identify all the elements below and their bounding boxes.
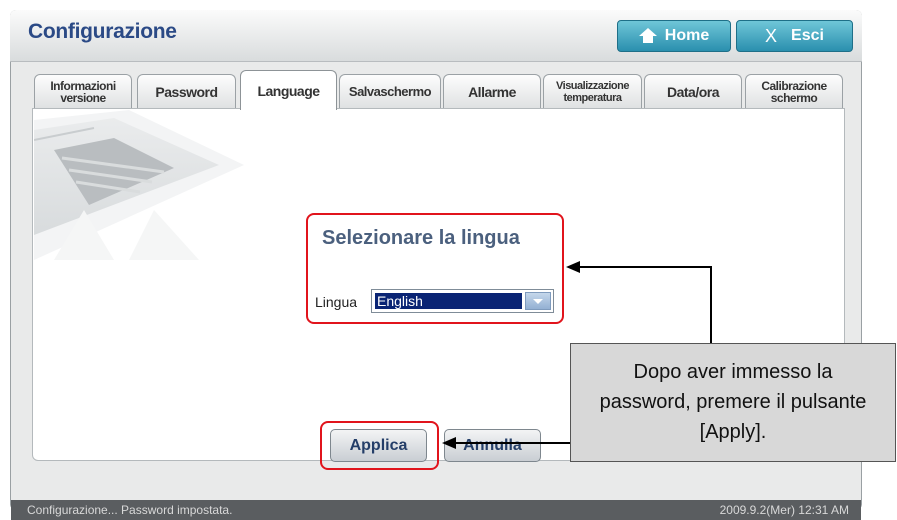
callout-line: [Apply]. <box>699 421 767 443</box>
title-bar: Configurazione <box>10 10 862 62</box>
tab-salvaschermo[interactable]: Salvaschermo <box>339 74 441 108</box>
tab-label: Password <box>155 83 218 100</box>
close-icon: X <box>765 25 778 46</box>
tab-allarme[interactable]: Allarme <box>443 74 541 108</box>
tab-label: schermo <box>770 90 818 105</box>
exit-button-label: Esci <box>791 27 824 44</box>
tab-informazioni-versione[interactable]: Informazioni versione <box>34 74 132 108</box>
home-button[interactable]: Home <box>617 20 731 52</box>
tab-label: Visualizzazione <box>556 79 630 92</box>
instruction-callout: Dopo aver immesso la password, premere i… <box>570 343 896 462</box>
status-message: Configurazione... Password impostata. <box>27 503 233 517</box>
home-button-label: Home <box>664 27 710 44</box>
window-title: Configurazione <box>28 20 177 43</box>
tab-calibrazione-schermo[interactable]: Calibrazione schermo <box>745 74 843 108</box>
callout-line: password, premere il pulsante <box>599 391 867 413</box>
status-datetime: 2009.9.2(Mer) 12:31 AM <box>719 503 849 517</box>
air-conditioner-illustration <box>34 110 244 260</box>
home-icon <box>638 28 657 44</box>
tab-label: Data/ora <box>666 83 720 100</box>
tab-password[interactable]: Password <box>137 74 236 108</box>
tab-label: versione <box>60 90 106 105</box>
tab-language[interactable]: Language <box>240 70 337 110</box>
callout-line: Dopo aver immesso la <box>633 361 833 383</box>
tab-data-ora[interactable]: Data/ora <box>644 74 742 108</box>
status-bar: Configurazione... Password impostata. 20… <box>11 500 861 520</box>
tab-visualizzazione-temperatura[interactable]: Visualizzazione temperatura <box>543 74 642 108</box>
tab-label: Salvaschermo <box>348 83 432 99</box>
tab-label: temperatura <box>563 91 622 104</box>
apply-highlight-box <box>320 421 439 470</box>
tab-label: Language <box>257 82 320 99</box>
exit-button[interactable]: X Esci <box>736 20 853 52</box>
language-highlight-box <box>306 213 564 324</box>
tab-label: Allarme <box>468 83 516 100</box>
cancel-button[interactable]: Annulla <box>444 429 541 462</box>
